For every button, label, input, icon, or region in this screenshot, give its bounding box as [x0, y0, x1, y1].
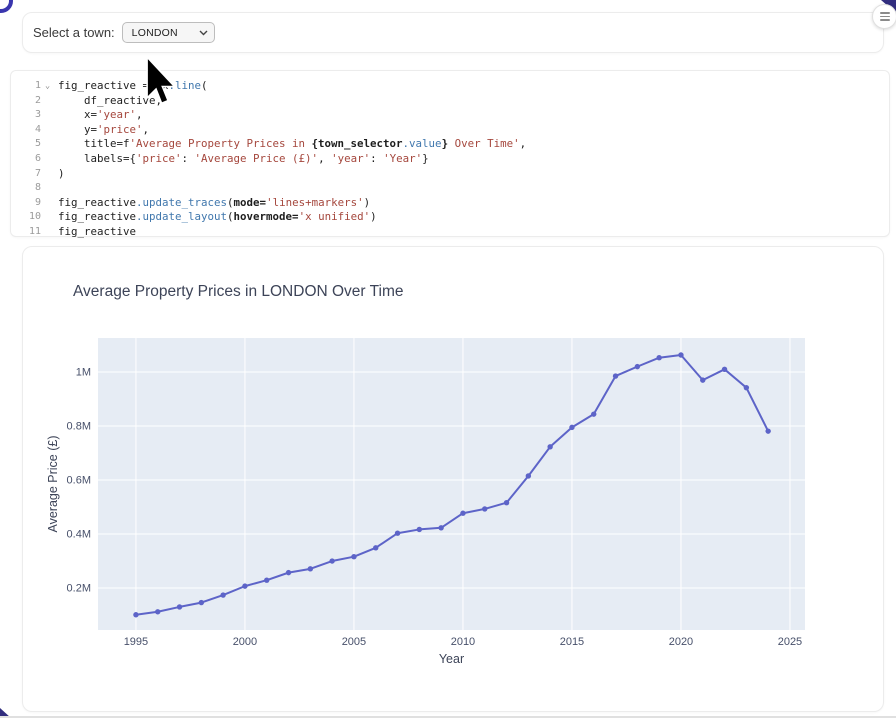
- line-number: 11: [11, 225, 41, 240]
- logo-fragment-icon: [0, 0, 13, 13]
- line-number: 1: [11, 79, 41, 94]
- line-number: 4: [11, 123, 41, 138]
- x-axis-title: Year: [98, 652, 805, 666]
- code-line[interactable]: 9 fig_reactive.update_traces(mode='lines+…: [11, 196, 889, 211]
- code-line[interactable]: 1⌄ fig_reactive = px.line(: [11, 79, 889, 94]
- y-axis-title: Average Price (£): [46, 435, 60, 532]
- code-line[interactable]: 3 x='year',: [11, 108, 889, 123]
- code-text: x='year',: [58, 108, 143, 123]
- code-line[interactable]: 2 df_reactive,: [11, 94, 889, 109]
- line-number: 9: [11, 196, 41, 211]
- x-tick-label: 2020: [669, 636, 693, 648]
- fold-spacer: [41, 225, 54, 240]
- y-tick-label: 0.8M: [67, 421, 91, 433]
- fold-spacer: [41, 210, 54, 225]
- code-line[interactable]: 8: [11, 181, 889, 196]
- code-text: fig_reactive.update_traces(mode='lines+m…: [58, 196, 370, 211]
- fold-icon[interactable]: ⌄: [41, 79, 54, 94]
- fold-spacer: [41, 123, 54, 138]
- code-line[interactable]: 7): [11, 167, 889, 182]
- x-tick-label: 2025: [778, 636, 802, 648]
- fold-spacer: [41, 94, 54, 109]
- code-text: y='price',: [58, 123, 149, 138]
- x-tick-label: 2010: [451, 636, 475, 648]
- code-text: fig_reactive = px.line(: [58, 79, 208, 94]
- line-number: 3: [11, 108, 41, 123]
- line-number: 7: [11, 167, 41, 182]
- hamburger-icon: [880, 12, 890, 21]
- code-text: df_reactive,: [58, 94, 162, 109]
- code-line[interactable]: 6 labels={'price': 'Average Price (£)', …: [11, 152, 889, 167]
- y-tick-label: 1M: [76, 367, 91, 379]
- line-number: 10: [11, 210, 41, 225]
- fold-spacer: [41, 152, 54, 167]
- y-tick-label: 0.4M: [67, 529, 91, 541]
- town-select-value: LONDON: [132, 27, 199, 39]
- code-editor[interactable]: 1⌄fig_reactive = px.line(2 df_reactive,3…: [10, 70, 890, 237]
- page-bottom-divider: [0, 716, 896, 718]
- x-tick-label: 2015: [560, 636, 584, 648]
- chevron-down-icon: [199, 30, 208, 36]
- code-line[interactable]: 11 fig_reactive: [11, 225, 889, 240]
- line-number: 8: [11, 181, 41, 196]
- x-tick-label: 2000: [233, 636, 257, 648]
- menu-button[interactable]: [872, 4, 896, 29]
- chart-panel: Average Property Prices in LONDON Over T…: [22, 246, 884, 712]
- fold-spacer: [41, 137, 54, 152]
- code-line[interactable]: 4 y='price',: [11, 123, 889, 138]
- fold-spacer: [41, 167, 54, 182]
- code-text: labels={'price': 'Average Price (£)', 'y…: [58, 152, 429, 167]
- x-tick-label: 1995: [124, 636, 148, 648]
- fold-spacer: [41, 196, 54, 211]
- town-select-label: Select a town:: [33, 25, 115, 40]
- line-number: 2: [11, 94, 41, 109]
- code-line[interactable]: 10 fig_reactive.update_layout(hovermode='…: [11, 210, 889, 225]
- line-number: 6: [11, 152, 41, 167]
- x-tick-label: 2005: [342, 636, 366, 648]
- code-line[interactable]: 5 title=f'Average Property Prices in {to…: [11, 137, 889, 152]
- fold-spacer: [41, 108, 54, 123]
- code-text: fig_reactive: [58, 225, 136, 240]
- code-text: fig_reactive.update_layout(hovermode='x …: [58, 210, 377, 225]
- code-text: title=f'Average Property Prices in {town…: [58, 137, 526, 152]
- code-text: ): [58, 167, 65, 182]
- fold-spacer: [41, 181, 54, 196]
- line-number: 5: [11, 137, 41, 152]
- plot-area[interactable]: 1995 2000 2005 2010 2015 2020 2025 0.2M 0.4M 0.6M…: [23, 247, 883, 711]
- controls-panel: Select a town: LONDON: [22, 12, 884, 53]
- y-tick-label: 0.6M: [67, 475, 91, 487]
- town-select-dropdown[interactable]: LONDON: [122, 22, 215, 43]
- y-tick-label: 0.2M: [67, 583, 91, 595]
